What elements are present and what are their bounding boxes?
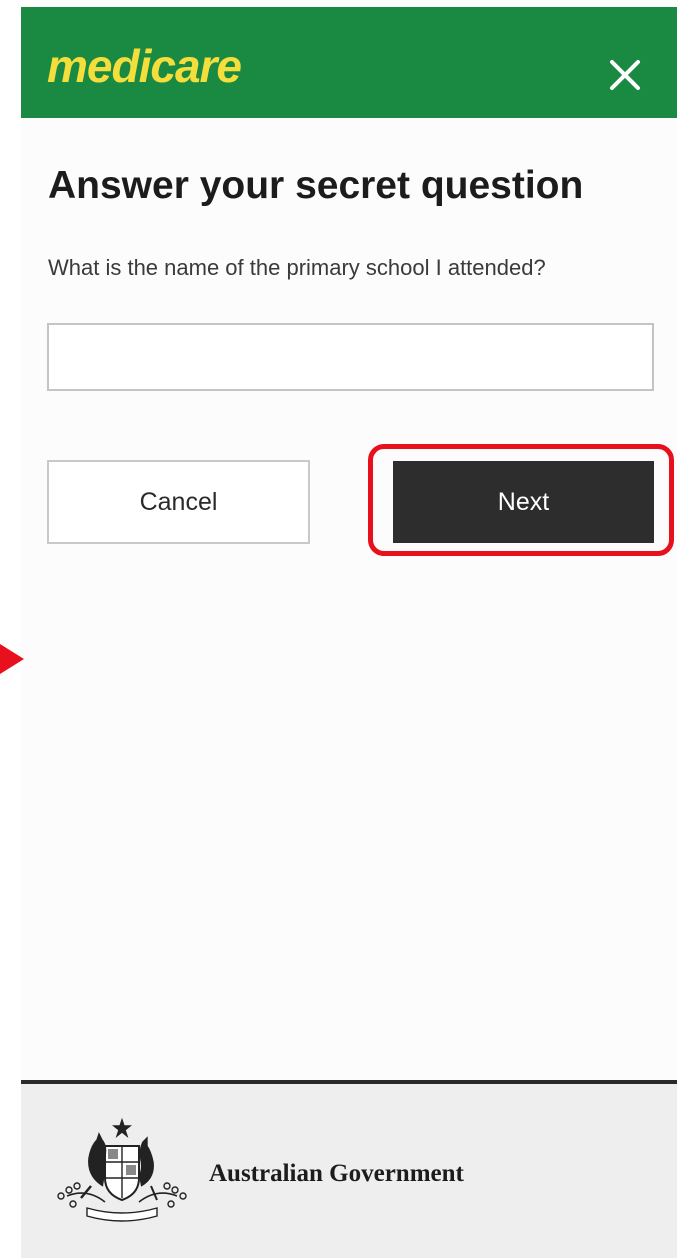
- footer: Australian Government: [21, 1080, 677, 1258]
- close-icon: [610, 60, 640, 90]
- secret-answer-input[interactable]: [47, 323, 654, 391]
- coat-of-arms-icon: [57, 1117, 187, 1222]
- australian-government-label: Australian Government: [209, 1160, 464, 1187]
- app-screen: medicare Answer your secret question Wha…: [21, 7, 677, 1258]
- close-button[interactable]: [607, 57, 643, 93]
- cancel-button[interactable]: Cancel: [47, 460, 310, 544]
- next-button[interactable]: Next: [393, 461, 654, 543]
- secret-question-label: What is the name of the primary school I…: [48, 255, 546, 280]
- medicare-logo: medicare: [47, 40, 242, 92]
- triangle-arrow-icon: [0, 644, 24, 674]
- page-title: Answer your secret question: [48, 164, 584, 207]
- header-bar: medicare: [21, 7, 677, 118]
